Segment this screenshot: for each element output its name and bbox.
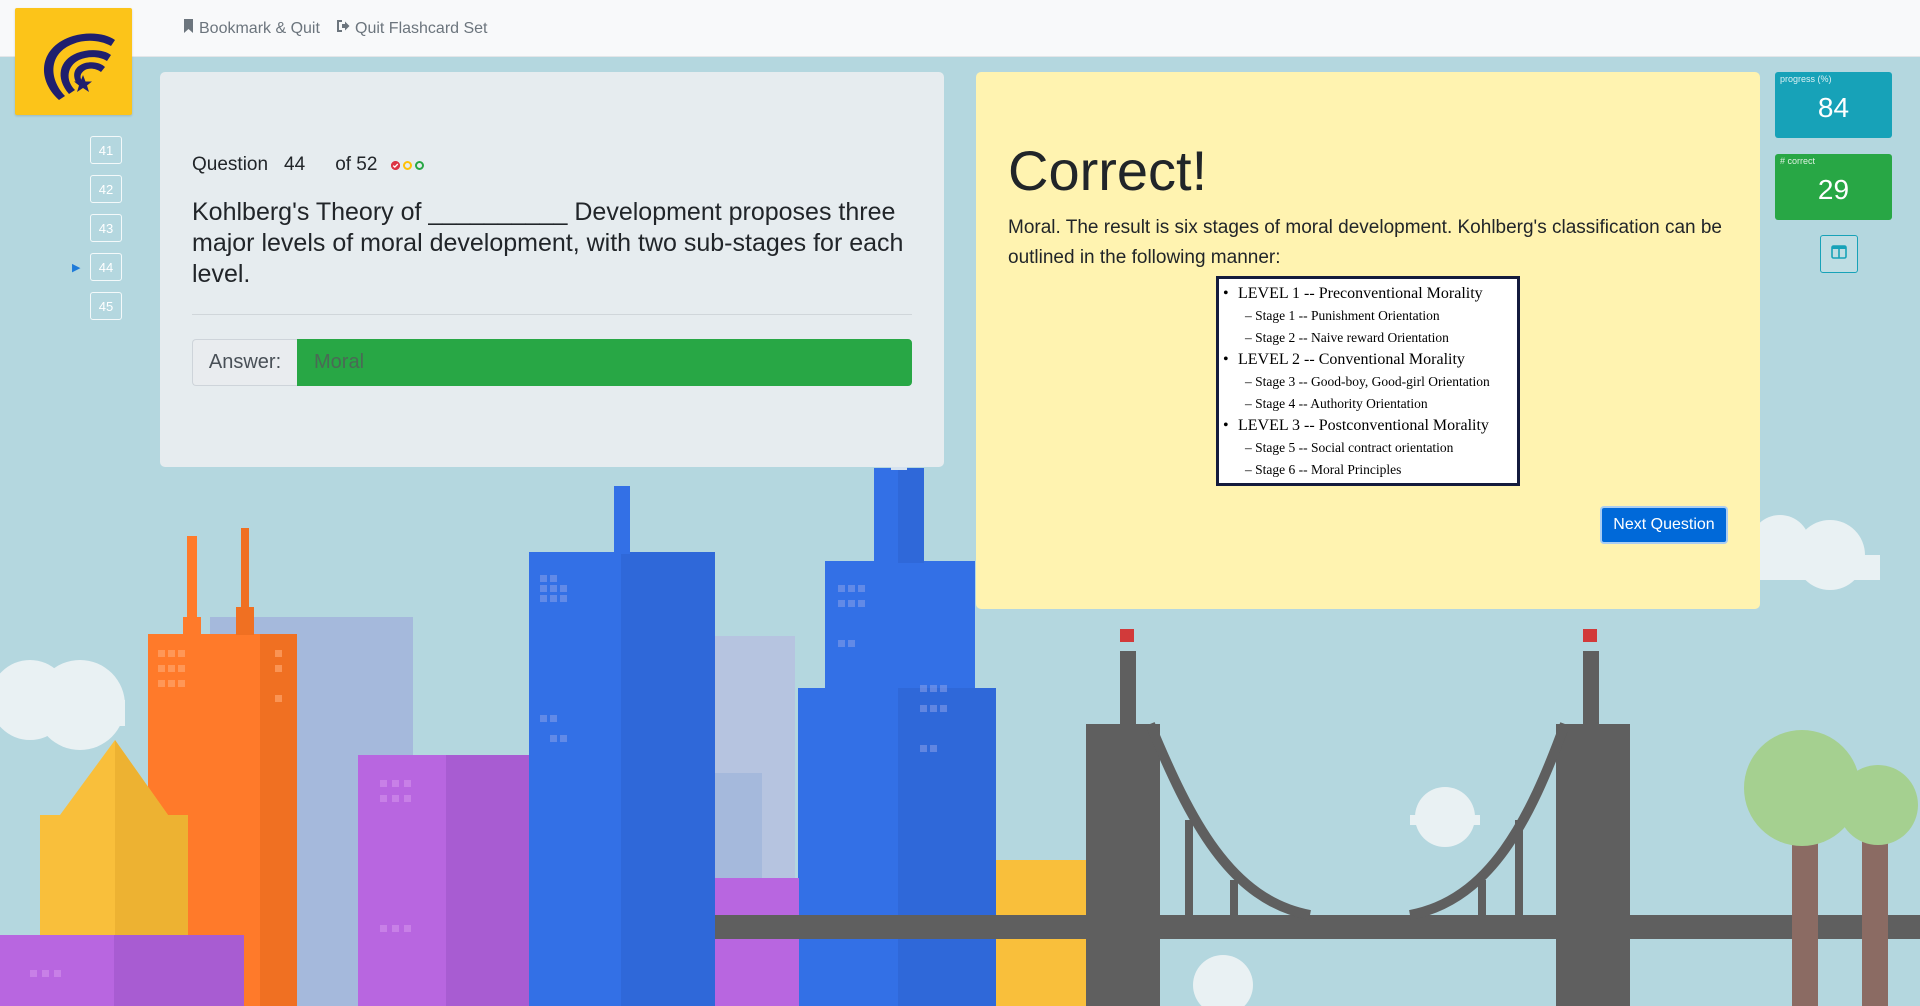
next-question-button[interactable]: Next Question (1600, 506, 1728, 544)
stage-item: – Stage 6 -- Moral Principles (1245, 462, 1402, 477)
correct-value: 29 (1817, 174, 1850, 205)
question-text: Kohlberg's Theory of __________ Developm… (192, 198, 904, 288)
question-nav-item-44[interactable]: 44 (90, 253, 122, 281)
question-nav-item-42[interactable]: 42 (90, 175, 122, 203)
question-total: of 52 (335, 154, 378, 175)
progress-label: progress (%) (1780, 74, 1832, 84)
answer-group: Answer: Moral (192, 339, 912, 386)
check-circle-icon (391, 160, 401, 170)
stage-item: – Stage 3 -- Good-boy, Good-girl Orienta… (1245, 374, 1490, 389)
stage-item: – Stage 1 -- Punishment Orientation (1245, 308, 1440, 323)
quit-flashcard-link[interactable]: Quit Flashcard Set (336, 19, 488, 38)
result-explanation: Moral. The result is six stages of moral… (1008, 217, 1723, 268)
progress-value: 84 (1817, 92, 1850, 123)
circle-icon (415, 160, 425, 170)
progress-stat: progress (%) 84 (1775, 72, 1892, 138)
divider (192, 314, 912, 315)
question-label: Question (192, 154, 269, 175)
level-item: • LEVEL 1 -- Preconventional Morality (1223, 285, 1483, 302)
bookmark-quit-link[interactable]: Bookmark & Quit (183, 19, 320, 38)
bookmark-icon (183, 19, 194, 38)
answer-label: Answer: (192, 339, 297, 386)
logo-icon (44, 33, 115, 100)
site-logo[interactable] (15, 8, 132, 115)
stage-item: – Stage 4 -- Authority Orientation (1245, 396, 1428, 411)
stage-item: – Stage 5 -- Social contract orientation (1245, 440, 1454, 455)
answer-field[interactable]: Moral (297, 339, 912, 386)
layout-toggle-button[interactable] (1820, 235, 1858, 273)
circle-icon (403, 160, 413, 170)
question-header: Question 44 of 52 (192, 154, 425, 176)
question-status-dots (391, 160, 425, 170)
question-navigator: ▶ 41 42 43 44 45 (72, 136, 122, 331)
result-title: Correct! (1008, 139, 1208, 202)
correct-label: # correct (1780, 156, 1816, 166)
current-question-indicator: ▶ (72, 262, 81, 274)
question-nav-item-41[interactable]: 41 (90, 136, 122, 164)
question-nav-item-43[interactable]: 43 (90, 214, 122, 242)
result-card: Correct! Moral. The result is six stages… (976, 72, 1760, 609)
quit-flashcard-label: Quit Flashcard Set (355, 19, 488, 37)
level-item: • LEVEL 2 -- Conventional Morality (1223, 351, 1465, 368)
question-number: 44 (284, 154, 306, 175)
columns-icon (1831, 244, 1847, 264)
bookmark-quit-label: Bookmark & Quit (199, 19, 320, 37)
level-item: • LEVEL 3 -- Postconventional Morality (1223, 417, 1489, 434)
sign-out-icon (336, 19, 350, 38)
kohlberg-stages-image: • LEVEL 1 -- Preconventional Morality – S… (1216, 276, 1520, 486)
stage-item: – Stage 2 -- Naive reward Orientation (1245, 330, 1449, 345)
question-card: Question 44 of 52 Kohlberg's Theory of _… (160, 72, 944, 467)
question-nav-item-45[interactable]: 45 (90, 292, 122, 320)
correct-stat: # correct 29 (1775, 154, 1892, 220)
